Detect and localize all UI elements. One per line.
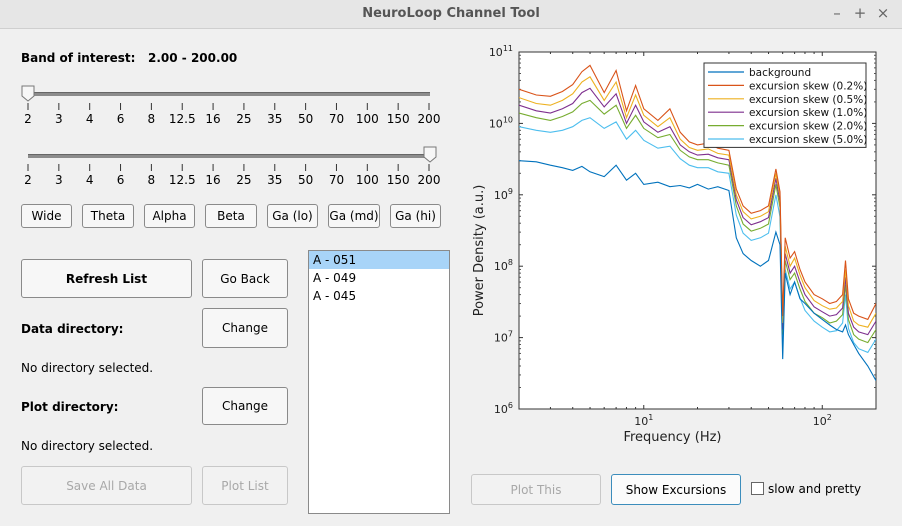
- gamma-lo-button[interactable]: Ga (lo): [267, 204, 318, 228]
- band-range-text: 2.00 - 200.00: [148, 51, 238, 65]
- band-label-text: Band of interest:: [21, 51, 136, 65]
- change-plot-dir-button[interactable]: Change: [202, 387, 288, 425]
- low-slider-track[interactable]: [28, 92, 430, 96]
- channel-list[interactable]: A - 051 A - 049 A - 045: [308, 250, 450, 514]
- x-tick-label: 101: [634, 413, 653, 428]
- low-slider-thumb[interactable]: [20, 85, 36, 103]
- y-axis-label: Power Density (a.u.): [472, 185, 487, 317]
- legend-entry: background: [749, 67, 811, 79]
- legend-entry: excursion skew (1.0%): [749, 107, 867, 119]
- theta-button[interactable]: Theta: [82, 204, 134, 228]
- slow-and-pretty-checkbox[interactable]: [751, 482, 764, 495]
- legend-entry: excursion skew (2.0%): [749, 121, 867, 133]
- minimize-icon[interactable]: –: [828, 4, 846, 22]
- title-bar: NeuroLoop Channel Tool – + ×: [0, 0, 902, 29]
- legend-entry: excursion skew (5.0%): [749, 134, 867, 146]
- y-tick-label: 1011: [489, 44, 513, 59]
- list-item[interactable]: A - 045: [309, 287, 449, 305]
- beta-button[interactable]: Beta: [205, 204, 257, 228]
- go-back-button[interactable]: Go Back: [202, 259, 288, 298]
- show-excursions-button[interactable]: Show Excursions: [611, 474, 741, 505]
- band-label: Band of interest: 2.00 - 200.00: [21, 51, 237, 65]
- data-directory-label: Data directory:: [21, 322, 124, 336]
- slider-tick-label: 200: [417, 112, 441, 126]
- change-data-dir-button[interactable]: Change: [202, 308, 288, 348]
- gamma-md-button[interactable]: Ga (md): [328, 204, 380, 228]
- y-tick-label: 1010: [489, 115, 513, 130]
- list-item[interactable]: A - 051: [309, 251, 449, 269]
- high-slider-track[interactable]: [28, 154, 430, 158]
- maximize-icon[interactable]: +: [851, 4, 869, 22]
- plot-list-button[interactable]: Plot List: [202, 466, 288, 505]
- alpha-button[interactable]: Alpha: [144, 204, 195, 228]
- wide-button[interactable]: Wide: [21, 204, 72, 228]
- y-tick-label: 107: [494, 330, 513, 345]
- refresh-list-button[interactable]: Refresh List: [21, 259, 192, 298]
- plot-directory-label: Plot directory:: [21, 400, 119, 414]
- list-item[interactable]: A - 049: [309, 269, 449, 287]
- low-slider-ticks: [27, 103, 430, 110]
- power-spectrum-chart: 106 107 108 109 1010 1011 101 102 Frequency (Hz)…: [472, 44, 877, 445]
- x-tick-label: 102: [813, 413, 832, 428]
- data-directory-status: No directory selected.: [21, 361, 154, 375]
- high-slider-thumb[interactable]: [422, 146, 438, 164]
- close-icon[interactable]: ×: [874, 4, 892, 22]
- x-axis-label: Frequency (Hz): [623, 430, 721, 445]
- slider-tick-label: 200: [417, 173, 441, 187]
- window-title: NeuroLoop Channel Tool: [362, 6, 540, 21]
- y-tick-label: 106: [494, 401, 513, 416]
- save-all-data-button[interactable]: Save All Data: [21, 466, 192, 505]
- y-tick-label: 108: [494, 258, 513, 273]
- slow-and-pretty-label: slow and pretty: [768, 482, 862, 496]
- high-slider-ticks: [27, 164, 430, 171]
- plot-directory-status: No directory selected.: [21, 439, 154, 453]
- legend-entry: excursion skew (0.2%): [749, 80, 867, 92]
- legend-entry: excursion skew (0.5%): [749, 94, 867, 106]
- plot-this-button[interactable]: Plot This: [471, 474, 601, 505]
- gamma-hi-button[interactable]: Ga (hi): [390, 204, 441, 228]
- y-tick-label: 109: [494, 187, 513, 202]
